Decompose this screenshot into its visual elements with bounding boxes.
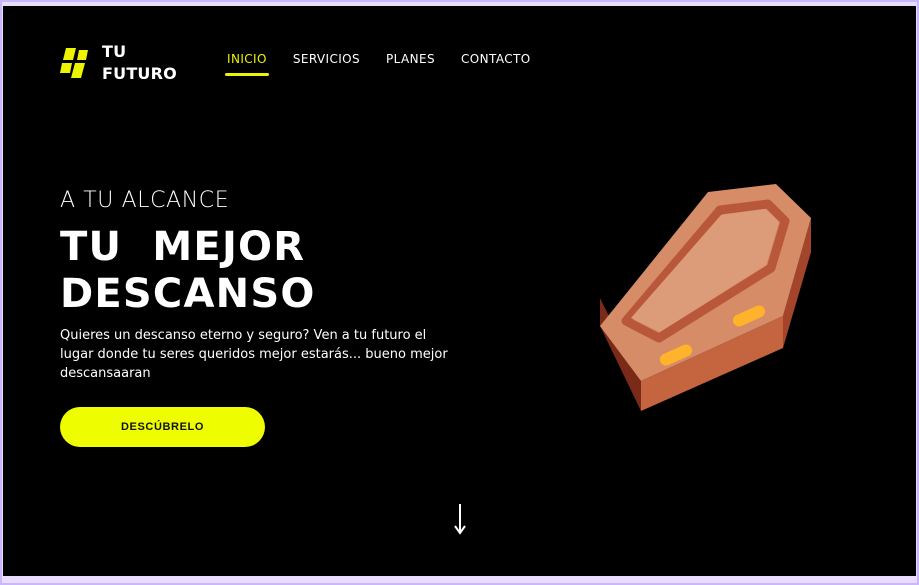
- nav-item-inicio[interactable]: INICIO: [225, 52, 269, 76]
- coffin-illustration: [593, 176, 813, 411]
- brand-line-2: FUTURO: [102, 64, 177, 83]
- arrow-down-icon[interactable]: [451, 502, 469, 536]
- brand-logo[interactable]: TU FUTURO: [60, 40, 210, 86]
- logo-blocks-icon: [60, 48, 88, 78]
- hero-headline: TU MEJOR DESCANSO: [60, 224, 440, 318]
- nav-item-servicios[interactable]: SERVICIOS: [293, 52, 360, 66]
- discover-button[interactable]: DESCÚBRELO: [60, 407, 265, 447]
- landing-page: TU FUTURO INICIO SERVICIOS PLANES CONTAC…: [3, 6, 916, 576]
- hero-description: Quieres un descanso eterno y seguro? Ven…: [60, 328, 448, 381]
- brand-line-1: TU: [102, 42, 127, 61]
- nav-item-planes[interactable]: PLANES: [386, 52, 435, 66]
- main-nav: INICIO SERVICIOS PLANES CONTACTO: [225, 52, 557, 82]
- hero-headline-line-1: TU MEJOR: [60, 224, 306, 270]
- hero-headline-line-2: DESCANSO: [60, 271, 316, 317]
- brand-name: TU FUTURO: [102, 41, 177, 85]
- hero-eyebrow: A TU ALCANCE: [60, 188, 230, 213]
- nav-item-contacto[interactable]: CONTACTO: [461, 52, 531, 66]
